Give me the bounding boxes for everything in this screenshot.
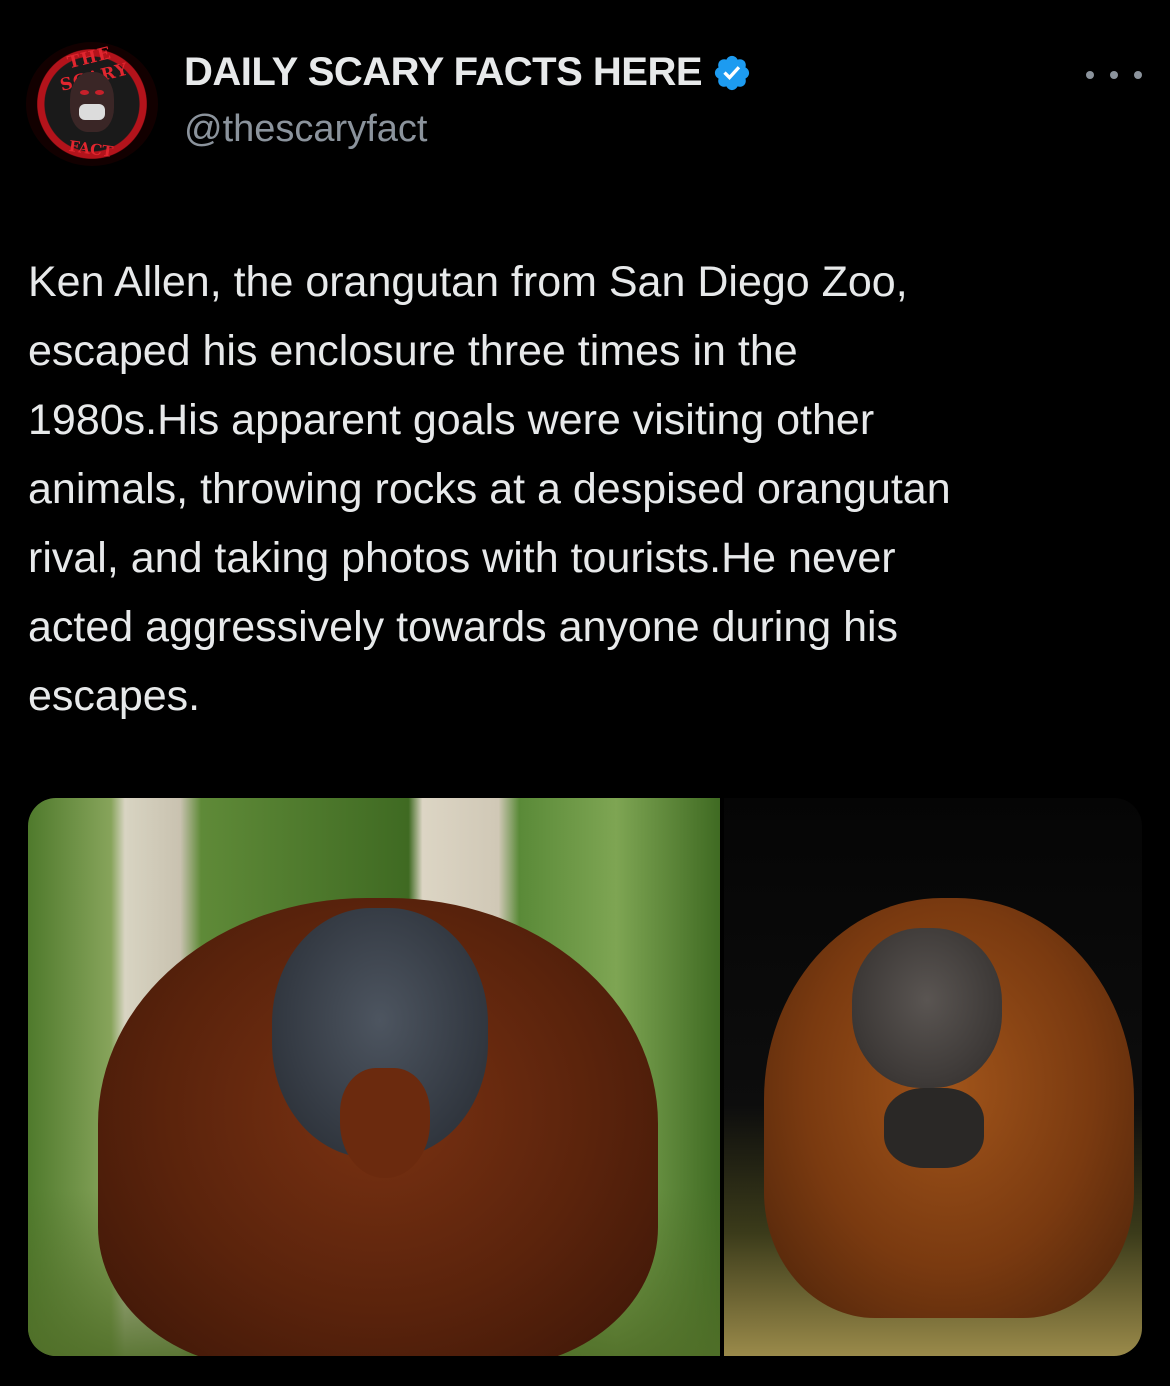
orangutan-throat-pouch <box>884 1088 984 1168</box>
avatar[interactable]: THE SCARY FACT <box>26 42 158 166</box>
tweet-text-line: Ken Allen, the orangutan from San Diego … <box>28 258 908 306</box>
more-dot <box>1134 71 1142 79</box>
avatar-figure <box>70 72 114 132</box>
more-options-icon[interactable] <box>1086 60 1142 90</box>
tweet-photo-1[interactable] <box>28 798 720 1356</box>
orangutan-beard <box>340 1068 430 1178</box>
author-name-row: DAILY SCARY FACTS HERE <box>184 50 752 95</box>
avatar-mask <box>79 104 105 120</box>
tweet-photo-2[interactable] <box>724 798 1142 1356</box>
verified-badge-icon[interactable] <box>712 53 752 93</box>
tweet-text-line: animals, throwing rocks at a despised or… <box>28 465 951 513</box>
tweet-text-line: escaped his enclosure three times in the <box>28 327 798 375</box>
tweet-text: Ken Allen, the orangutan from San Diego … <box>28 248 1148 731</box>
avatar-eye-right <box>95 90 104 95</box>
user-handle[interactable]: @thescaryfact <box>184 108 427 151</box>
tweet-media-grid <box>28 798 1142 1356</box>
tweet-text-line: acted aggressively towards anyone during… <box>28 603 899 651</box>
avatar-logo-text-bottom: FACT <box>67 136 115 162</box>
tweet-text-line: escapes. <box>28 672 201 720</box>
tweet-text-line: 1980s.His apparent goals were visiting o… <box>28 396 875 444</box>
tweet-text-line: rival, and taking photos with tourists.H… <box>28 534 896 582</box>
avatar-eye-left <box>80 90 89 95</box>
orangutan-face <box>852 928 1002 1088</box>
display-name[interactable]: DAILY SCARY FACTS HERE <box>184 50 703 95</box>
more-dot <box>1086 71 1094 79</box>
more-dot <box>1110 71 1118 79</box>
